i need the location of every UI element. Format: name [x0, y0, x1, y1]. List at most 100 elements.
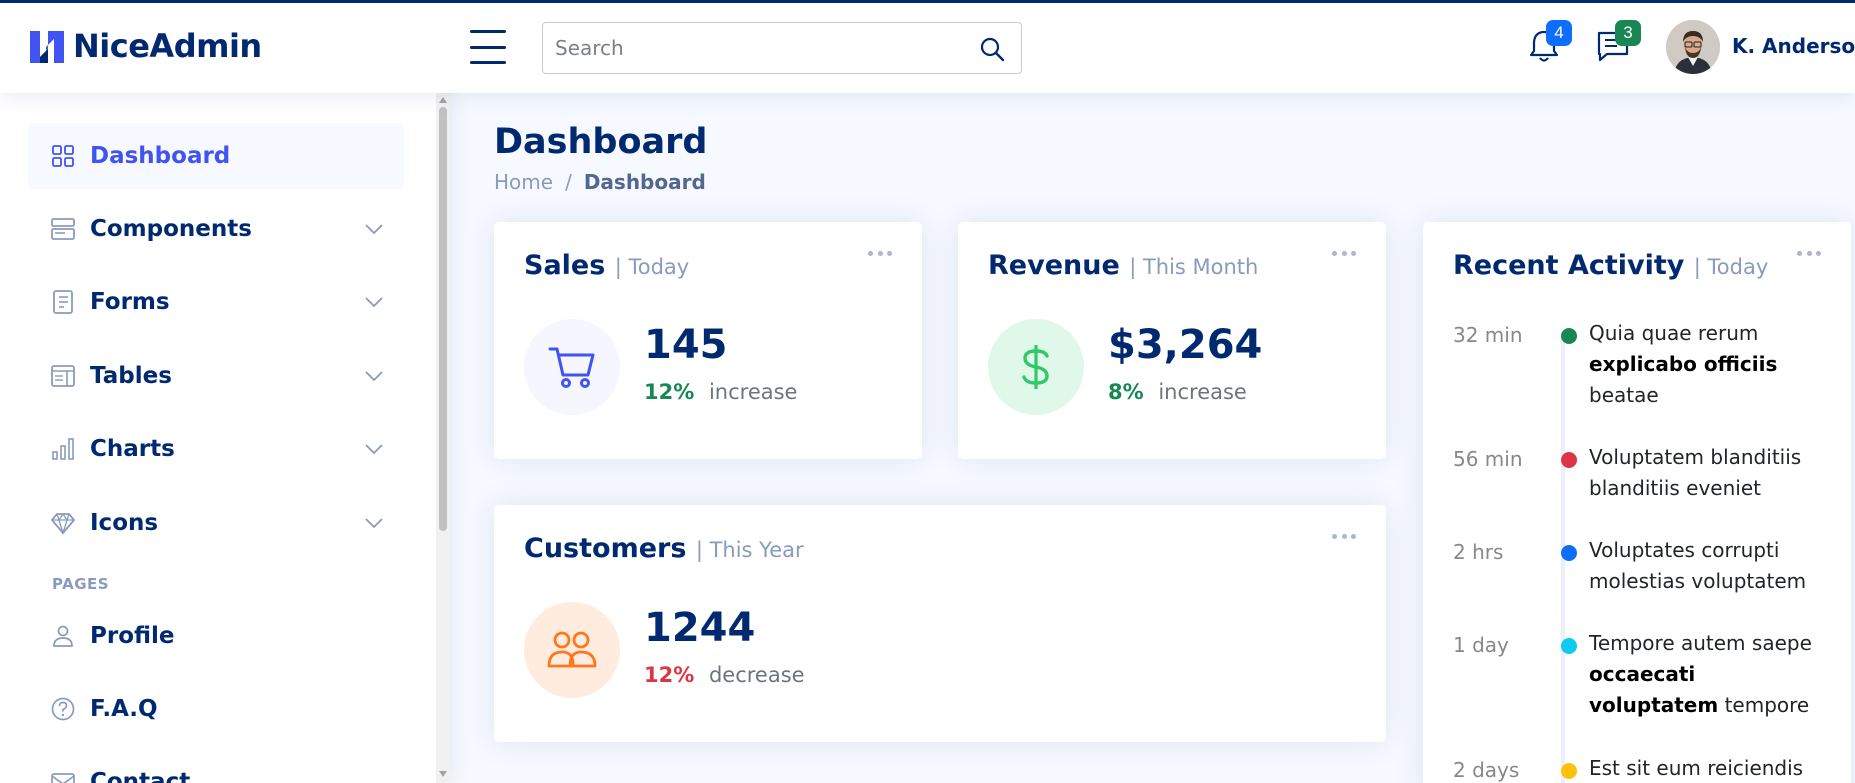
sidebar-item-charts[interactable]: Charts [28, 416, 404, 482]
sales-card: Sales | Today 145 12% increase [494, 222, 922, 459]
activity-status-icon [1561, 328, 1577, 344]
activity-text-bold: explicabo officiis [1589, 352, 1778, 376]
sidebar-item-components[interactable]: Components [28, 196, 404, 262]
sidebar-item-tables[interactable]: Tables [28, 343, 404, 409]
chevron-down-icon [365, 297, 383, 308]
revenue-value: $3,264 [1108, 322, 1263, 368]
profile-photo-icon [1666, 20, 1720, 74]
sidebar-item-dashboard[interactable]: Dashboard [28, 123, 404, 189]
customers-card: Customers | This Year 1244 12% decrease [494, 505, 1386, 742]
delta-word: decrease [708, 663, 805, 687]
layout-text-window-icon [50, 363, 76, 389]
toggle-sidebar-button[interactable] [470, 30, 506, 64]
dot-icon [1341, 250, 1347, 256]
search-input[interactable] [543, 23, 963, 73]
scroll-down-icon[interactable] [439, 771, 447, 777]
sidebar-item-label: F.A.Q [90, 696, 158, 722]
card-title-text: Recent Activity [1453, 250, 1685, 281]
dot-icon [1806, 250, 1812, 256]
dot-icon [1351, 533, 1356, 539]
card-title-text: Sales [524, 250, 606, 281]
person-icon [50, 623, 76, 649]
activity-text: Tempore autem saepe occaecati voluptatem… [1589, 628, 1829, 721]
people-icon [547, 631, 597, 668]
dot-icon [1332, 250, 1337, 256]
activity-time: 1 day [1453, 633, 1509, 657]
activity-text-post: beatae [1589, 383, 1659, 407]
delta-word: increase [708, 380, 798, 404]
question-circle-icon [50, 696, 76, 722]
search-icon[interactable] [979, 36, 1005, 62]
sidebar-item-label: Tables [90, 363, 172, 389]
breadcrumb-home[interactable]: Home [494, 170, 553, 194]
menu-button-icon [50, 216, 76, 242]
breadcrumb-separator: / [565, 170, 572, 194]
card-title: Sales | Today [524, 250, 689, 281]
activity-time: 32 min [1453, 323, 1523, 347]
chevron-down-icon [365, 518, 383, 529]
sidebar-item-icons[interactable]: Icons [28, 490, 404, 556]
dot-icon [887, 250, 892, 256]
sidebar-scrollbar[interactable] [436, 93, 450, 783]
hamburger-line [470, 45, 506, 49]
scroll-up-icon[interactable] [439, 97, 447, 103]
card-period: | Today [614, 255, 690, 279]
card-period: | This Year [695, 538, 804, 562]
dot-icon [1351, 250, 1356, 256]
notifications-button[interactable]: 4 [1526, 20, 1572, 64]
activity-text: Voluptates corrupti molestias voluptatem [1589, 538, 1807, 593]
cart-icon [548, 347, 595, 388]
gem-icon [50, 510, 76, 536]
activity-status-icon [1561, 763, 1577, 779]
currency-dollar-icon [1022, 345, 1049, 389]
grid-icon [50, 143, 76, 169]
sidebar-item-label: Charts [90, 436, 175, 462]
card-filter-button[interactable] [868, 248, 892, 258]
breadcrumb-current: Dashboard [583, 170, 706, 194]
sidebar-item-label: Forms [90, 289, 170, 315]
logo-text: NiceAdmin [73, 27, 262, 65]
activity-text-pre: Quia quae rerum [1589, 321, 1759, 345]
sidebar-item-contact[interactable]: Contact [28, 749, 404, 783]
card-filter-button[interactable] [1332, 248, 1356, 258]
sidebar-item-label: Profile [90, 623, 175, 649]
journal-text-icon [50, 289, 76, 315]
card-title: Recent Activity | Today [1453, 250, 1768, 281]
sidebar-item-label: Icons [90, 510, 159, 536]
revenue-delta: 8% increase [1108, 380, 1247, 404]
sidebar-item-label: Components [90, 216, 252, 242]
card-period: | This Month [1129, 255, 1259, 279]
sales-value: 145 [644, 322, 728, 368]
card-title: Customers | This Year [524, 533, 804, 564]
delta-word: increase [1158, 380, 1247, 404]
sidebar-item-faq[interactable]: F.A.Q [28, 676, 404, 742]
card-icon-circle [524, 319, 620, 415]
avatar[interactable] [1666, 20, 1720, 74]
revenue-card: Revenue | This Month $3,264 8% increase [958, 222, 1386, 459]
dot-icon [1341, 533, 1347, 539]
activity-status-icon [1561, 545, 1577, 561]
card-period: | Today [1693, 255, 1769, 279]
notifications-badge: 4 [1546, 20, 1572, 46]
activity-time: 56 min [1453, 447, 1523, 471]
activity-text-post: tempore [1718, 693, 1810, 717]
activity-time: 2 hrs [1453, 540, 1504, 564]
sidebar-item-profile[interactable]: Profile [28, 603, 404, 669]
activity-status-icon [1561, 638, 1577, 654]
logo[interactable]: NiceAdmin [28, 26, 262, 66]
recent-activity-card: Recent Activity | Today 32 min Quia quae… [1423, 222, 1851, 783]
card-filter-button[interactable] [1797, 248, 1821, 258]
card-filter-button[interactable] [1332, 531, 1356, 541]
username-label[interactable]: K. Anderson [1732, 34, 1855, 58]
messages-badge: 3 [1615, 20, 1641, 46]
envelope-icon [50, 769, 76, 783]
activity-time: 2 days [1453, 758, 1520, 782]
sidebar-item-forms[interactable]: Forms [28, 269, 404, 335]
chevron-down-icon [365, 224, 383, 235]
sales-delta: 12% increase [644, 380, 797, 404]
chevron-down-icon [365, 444, 383, 455]
scroll-thumb[interactable] [439, 107, 447, 531]
card-title: Revenue | This Month [988, 250, 1258, 281]
messages-button[interactable]: 3 [1595, 20, 1641, 64]
sidebar-item-label: Dashboard [90, 143, 231, 169]
